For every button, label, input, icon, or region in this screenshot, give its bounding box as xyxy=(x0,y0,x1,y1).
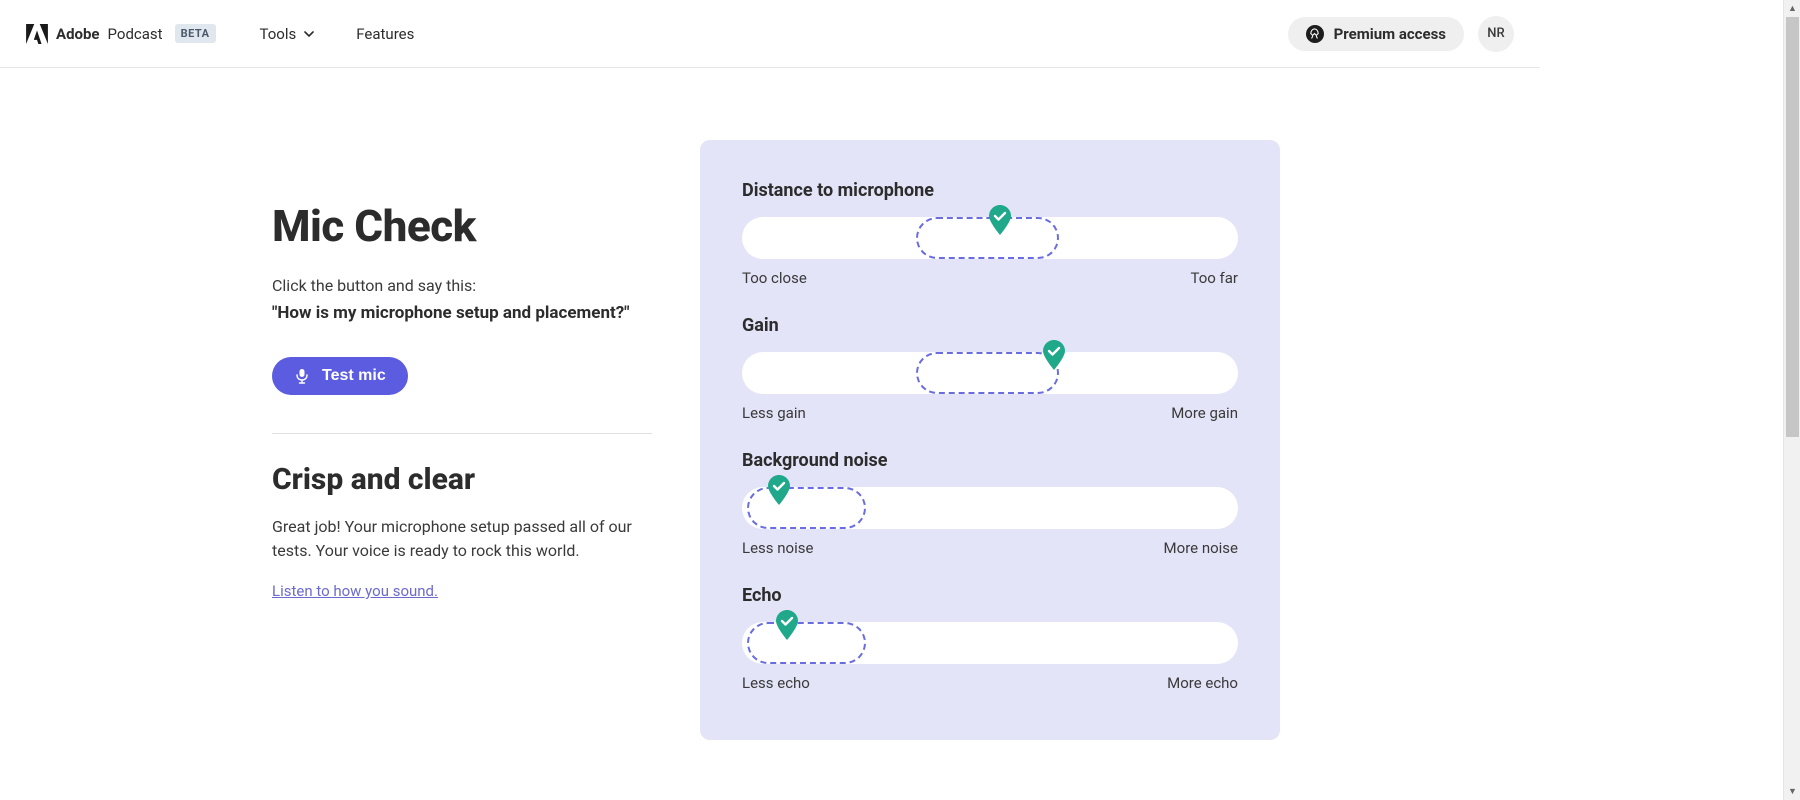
metric-track-echo xyxy=(742,622,1238,664)
metric-labels: Less echo More echo xyxy=(742,674,1238,692)
metric-labels: Less noise More noise xyxy=(742,539,1238,557)
check-pin-icon xyxy=(767,475,791,505)
page-title: Mic Check xyxy=(272,200,652,252)
label-high: More echo xyxy=(1167,674,1238,692)
metric-labels: Less gain More gain xyxy=(742,404,1238,422)
metric-labels: Too close Too far xyxy=(742,269,1238,287)
metric-title-gain: Gain xyxy=(742,315,1238,336)
metric-title-distance: Distance to microphone xyxy=(742,180,1238,201)
premium-access-button[interactable]: Premium access xyxy=(1288,17,1464,51)
main-content: Mic Check Click the button and say this:… xyxy=(0,68,1540,780)
script-text: "How is my microphone setup and placemen… xyxy=(272,303,652,323)
avatar-initials: NR xyxy=(1487,26,1504,41)
adobe-logo-icon xyxy=(26,24,48,44)
nav-features[interactable]: Features xyxy=(356,25,414,43)
listen-link[interactable]: Listen to how you sound. xyxy=(272,582,438,600)
metric-track-noise xyxy=(742,487,1238,529)
metric-title-echo: Echo xyxy=(742,585,1238,606)
label-high: More gain xyxy=(1171,404,1238,422)
header-right: Premium access NR xyxy=(1288,16,1514,52)
beta-badge: BETA xyxy=(175,24,216,43)
result-body: Great job! Your microphone setup passed … xyxy=(272,515,652,563)
target-zone xyxy=(747,622,866,664)
result-title: Crisp and clear xyxy=(272,462,652,497)
rocket-icon xyxy=(1306,25,1324,43)
metric-title-noise: Background noise xyxy=(742,450,1238,471)
brand-name-light: Podcast xyxy=(108,25,163,43)
scroll-down-arrow-icon[interactable]: ▼ xyxy=(1784,783,1800,800)
left-column: Mic Check Click the button and say this:… xyxy=(0,140,700,740)
check-pin-icon xyxy=(1042,340,1066,370)
test-mic-button[interactable]: Test mic xyxy=(272,357,408,395)
label-low: Less noise xyxy=(742,539,813,557)
nav-tools[interactable]: Tools xyxy=(260,25,315,43)
metric-track-distance xyxy=(742,217,1238,259)
metrics-panel: Distance to microphone Too close Too far Ga… xyxy=(700,140,1280,740)
avatar[interactable]: NR xyxy=(1478,16,1514,52)
microphone-icon xyxy=(294,368,310,384)
metric-echo: Echo Less echo More echo xyxy=(742,585,1238,692)
label-high: Too far xyxy=(1190,269,1238,287)
app-header: Adobe Podcast BETA Tools Features Premiu… xyxy=(0,0,1540,68)
label-high: More noise xyxy=(1164,539,1238,557)
metric-gain: Gain Less gain More gain xyxy=(742,315,1238,422)
premium-label: Premium access xyxy=(1334,25,1446,43)
test-mic-label: Test mic xyxy=(322,367,386,385)
metric-noise: Background noise Less noise More noise xyxy=(742,450,1238,557)
instruction-text: Click the button and say this: xyxy=(272,276,652,295)
label-low: Too close xyxy=(742,269,807,287)
metric-track-gain xyxy=(742,352,1238,394)
brand-name-strong: Adobe xyxy=(56,25,100,43)
nav-features-label: Features xyxy=(356,25,414,43)
label-low: Less echo xyxy=(742,674,810,692)
divider xyxy=(272,433,652,434)
scrollbar-thumb[interactable] xyxy=(1786,17,1799,437)
chevron-down-icon xyxy=(304,29,314,39)
vertical-scrollbar[interactable]: ▲ ▼ xyxy=(1783,0,1800,800)
label-low: Less gain xyxy=(742,404,806,422)
brand-group[interactable]: Adobe Podcast BETA xyxy=(26,24,216,44)
scroll-up-arrow-icon[interactable]: ▲ xyxy=(1784,0,1800,17)
target-zone xyxy=(916,352,1060,394)
target-zone xyxy=(747,487,866,529)
metric-distance: Distance to microphone Too close Too far xyxy=(742,180,1238,287)
check-pin-icon xyxy=(988,205,1012,235)
nav-tools-label: Tools xyxy=(260,25,297,43)
check-pin-icon xyxy=(775,610,799,640)
main-nav: Tools Features xyxy=(260,25,415,43)
